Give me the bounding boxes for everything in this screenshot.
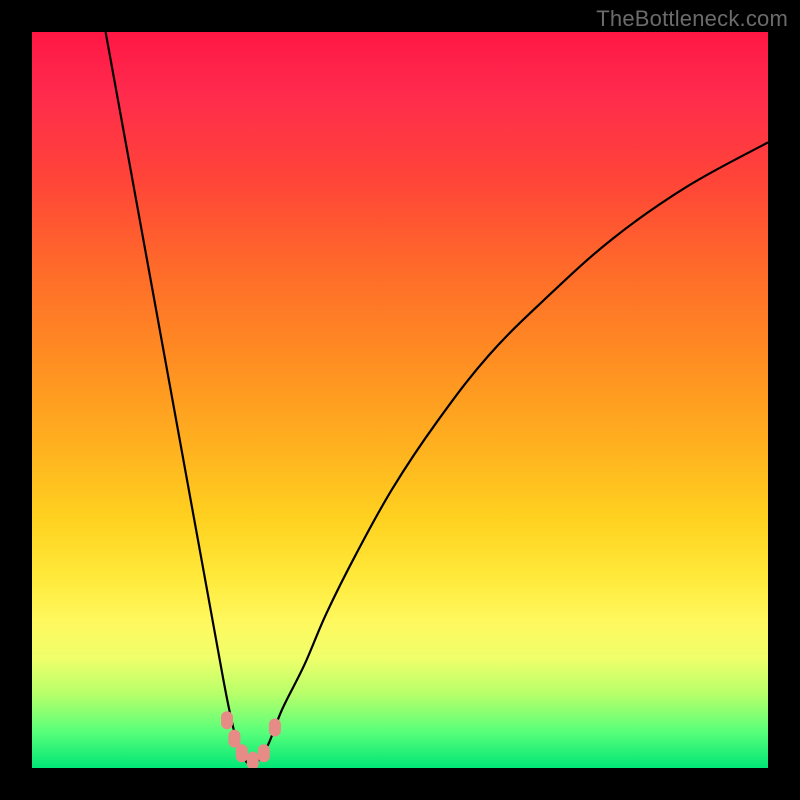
valley-marker — [236, 744, 248, 762]
valley-marker — [228, 730, 240, 748]
curve-right-branch — [253, 142, 768, 768]
plot-area — [32, 32, 768, 768]
valley-markers — [221, 711, 281, 768]
curve-left-branch — [106, 32, 253, 768]
chart-frame: TheBottleneck.com — [0, 0, 800, 800]
curve-layer — [32, 32, 768, 768]
valley-marker — [221, 711, 233, 729]
valley-marker — [258, 744, 270, 762]
valley-marker — [269, 719, 281, 737]
watermark-text: TheBottleneck.com — [596, 6, 788, 32]
valley-marker — [247, 752, 259, 768]
